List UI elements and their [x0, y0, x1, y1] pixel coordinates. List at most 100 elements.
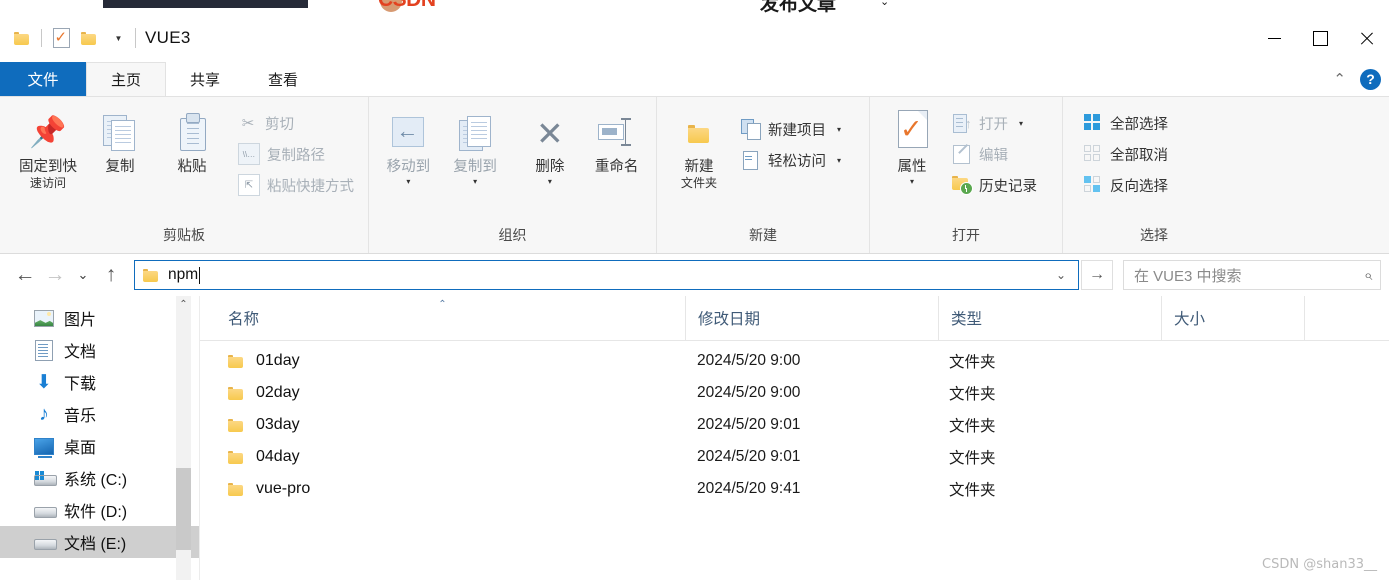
invert-selection-button[interactable]: 反向选择 [1083, 173, 1172, 197]
copy-to-icon [457, 109, 493, 157]
address-dropdown-icon[interactable]: ⌄ [1048, 262, 1074, 288]
new-item-caret-icon[interactable]: ▾ [837, 125, 841, 134]
close-button[interactable] [1343, 14, 1389, 62]
move-to-caret-icon[interactable]: ▾ [406, 177, 410, 186]
up-button[interactable]: ↑ [96, 260, 126, 290]
forward-button[interactable]: → [40, 260, 70, 290]
table-row[interactable]: 01day 2024/5/20 9:00 文件夹 [200, 345, 1389, 377]
go-button[interactable]: → [1081, 260, 1113, 290]
column-header-type[interactable]: 类型 [938, 296, 1161, 340]
browser-tab-dark [103, 0, 308, 8]
address-input[interactable]: npm ⌄ [134, 260, 1079, 290]
open-button[interactable]: ↑ 打开 ▾ [952, 111, 1041, 135]
ribbon-group-organize: ← 移动到 ▾ 复制到 ▾ ✕ 删除 ▾ 重命名 组织 [369, 97, 657, 253]
copy-button[interactable]: 复制 [84, 105, 156, 176]
window-controls [1251, 14, 1389, 62]
column-header-date[interactable]: 修改日期 [685, 296, 938, 340]
customize-quick-access-dropdown[interactable]: ▼ [103, 24, 131, 52]
delete-caret-icon[interactable]: ▾ [548, 177, 552, 186]
downloads-icon: ⬇ [36, 371, 52, 393]
sidebar-item-pictures[interactable]: 图片 [0, 302, 200, 334]
pin-label-line1: 固定到快 [19, 159, 77, 175]
history-button[interactable]: 历史记录 [952, 173, 1041, 197]
scroll-up-icon[interactable]: ⌃ [176, 296, 191, 313]
copy-path-button[interactable]: \\… 复制路径 [238, 142, 358, 166]
history-icon [952, 175, 973, 195]
collapse-ribbon-icon[interactable]: ⌃ [1333, 70, 1346, 88]
table-row[interactable]: 04day 2024/5/20 9:01 文件夹 [200, 441, 1389, 473]
sidebar-label: 文档 (E:) [64, 536, 127, 553]
paste-icon [175, 109, 209, 157]
new-folder-button[interactable]: 新建 文件夹 [663, 105, 735, 190]
column-header-size[interactable]: 大小 [1161, 296, 1304, 340]
tab-home[interactable]: 主页 [86, 62, 166, 96]
column-headers: ⌃ 名称 修改日期 类型 大小 [200, 296, 1389, 341]
sidebar-item-software-drive[interactable]: 软件 (D:) [0, 494, 200, 526]
easy-access-button[interactable]: 轻松访问 ▾ [741, 148, 845, 172]
sidebar-item-desktop[interactable]: 桌面 [0, 430, 200, 462]
sidebar-item-documents[interactable]: 文档 [0, 334, 200, 366]
file-name: 04day [256, 448, 300, 465]
rename-button[interactable]: 重命名 [583, 105, 650, 176]
pin-label-line2: 速访问 [29, 176, 67, 191]
tab-share[interactable]: 共享 [166, 62, 244, 96]
properties-caret-icon[interactable]: ▾ [910, 177, 914, 186]
tab-view[interactable]: 查看 [244, 62, 322, 96]
file-type: 文件夹 [949, 482, 996, 499]
delete-button[interactable]: ✕ 删除 ▾ [517, 105, 584, 187]
tab-file[interactable]: 文件 [0, 62, 86, 96]
cut-button[interactable]: ✂ 剪切 [238, 111, 358, 135]
rename-icon [597, 109, 636, 157]
paste-shortcut-button[interactable]: ⇱ 粘贴快捷方式 [238, 173, 358, 197]
properties-icon[interactable]: ✓ [47, 24, 75, 52]
sidebar-item-downloads[interactable]: ⬇ 下载 [0, 366, 200, 398]
sidebar-item-documents-drive[interactable]: 文档 (E:) [0, 526, 200, 558]
open-label: 打开 [979, 116, 1008, 133]
sidebar-label: 文档 [64, 344, 97, 361]
minimize-button[interactable] [1251, 14, 1297, 62]
select-none-button[interactable]: 全部取消 [1083, 142, 1172, 166]
search-box[interactable]: 在 VUE3 中搜索 ⌕ [1123, 260, 1381, 290]
help-button[interactable]: ? [1360, 68, 1381, 90]
new-folder-icon[interactable] [75, 24, 103, 52]
open-caret-icon[interactable]: ▾ [1019, 119, 1023, 128]
copy-to-button[interactable]: 复制到 ▾ [442, 105, 509, 186]
paste-button[interactable]: 粘贴 [156, 105, 228, 176]
folder-icon [228, 354, 244, 368]
back-button[interactable]: ← [10, 260, 40, 290]
text-cursor [199, 266, 201, 284]
file-name-cell: 01day [200, 345, 685, 377]
sidebar-scrollbar[interactable]: ⌃ [176, 296, 191, 580]
file-rows: 01day 2024/5/20 9:00 文件夹 02day 2024/5/20… [200, 341, 1389, 580]
search-input[interactable]: 在 VUE3 中搜索 [1134, 265, 1364, 286]
properties-button[interactable]: ✓ 属性 ▾ [876, 105, 948, 186]
table-row[interactable]: vue-pro 2024/5/20 9:41 文件夹 [200, 473, 1389, 505]
maximize-button[interactable] [1297, 14, 1343, 62]
move-to-button[interactable]: ← 移动到 ▾ [375, 105, 442, 186]
csdn-logo-text: CSDN [378, 0, 436, 12]
new-item-button[interactable]: 新建项目 ▾ [741, 117, 845, 141]
easy-access-caret-icon[interactable]: ▾ [837, 156, 841, 165]
table-row[interactable]: 02day 2024/5/20 9:00 文件夹 [200, 377, 1389, 409]
file-size [1159, 441, 1301, 473]
pin-to-quick-access-button[interactable]: 📌 固定到快 速访问 [12, 105, 84, 191]
sidebar-item-music[interactable]: ♪ 音乐 [0, 398, 200, 430]
recent-locations-button[interactable]: ⌄ [70, 260, 96, 290]
music-icon: ♪ [39, 403, 49, 425]
divider [41, 29, 42, 47]
column-header-name[interactable]: ⌃ 名称 [200, 296, 685, 340]
select-none-icon [1083, 144, 1103, 164]
sidebar-label: 软件 (D:) [64, 504, 128, 521]
ribbon-group-new: 新建 文件夹 新建项目 ▾ 轻松访问 ▾ 新建 [657, 97, 870, 253]
folder-icon[interactable] [8, 24, 36, 52]
copy-to-caret-icon[interactable]: ▾ [473, 177, 477, 186]
file-type: 文件夹 [949, 354, 996, 371]
edit-button[interactable]: 编辑 [952, 142, 1041, 166]
sidebar-label: 图片 [64, 312, 97, 329]
copy-icon [103, 109, 137, 157]
scrollbar-thumb[interactable] [176, 468, 191, 550]
properties-label: 属性 [897, 159, 927, 175]
sidebar-item-system-drive[interactable]: 系统 (C:) [0, 462, 200, 494]
select-all-button[interactable]: 全部选择 [1083, 111, 1172, 135]
table-row[interactable]: 03day 2024/5/20 9:01 文件夹 [200, 409, 1389, 441]
